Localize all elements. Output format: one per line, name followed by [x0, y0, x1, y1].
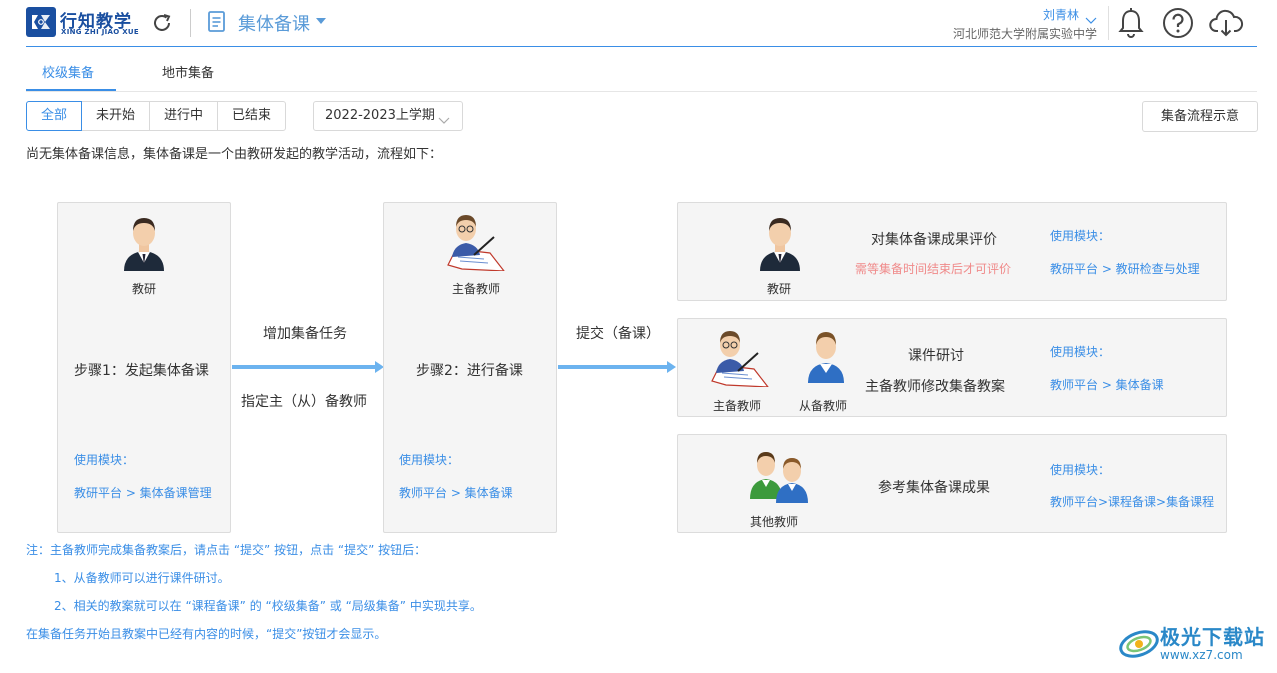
step2-title: 步骤2：进行备课 — [416, 363, 523, 379]
step1-use-path-link[interactable]: 教研平台 > 集体备课管理 — [74, 484, 212, 501]
intro-text: 尚无集体备课信息，集体备课是一个由教研发起的教学活动，流程如下： — [26, 147, 443, 162]
bell-icon[interactable] — [1114, 6, 1148, 40]
evaluate-title: 对集体备课成果评价 — [871, 232, 997, 248]
refresh-icon[interactable] — [150, 11, 174, 35]
cloud-download-icon[interactable] — [1208, 6, 1244, 40]
scope-tabs: 校级集备 地市集备 — [26, 56, 1257, 92]
user-name[interactable]: 刘青林 — [1043, 6, 1079, 23]
watermark-title: 极光下载站 — [1160, 625, 1265, 649]
arrow2-line — [558, 365, 668, 369]
courseware-title: 课件研讨 — [908, 348, 964, 364]
evaluate-role: 教研 — [767, 282, 792, 296]
logo-subtitle: XING ZHI JIAO XUE — [61, 28, 139, 36]
term-select-value: 2022-2023上学期 — [325, 108, 435, 123]
filter-all-button[interactable]: 全部 — [26, 101, 83, 131]
watermark-logo-icon — [1117, 622, 1161, 662]
logo-badge-icon — [26, 7, 56, 37]
term-select[interactable]: 2022-2023上学期 — [313, 101, 463, 131]
reference-role: 其他教师 — [750, 515, 799, 529]
evaluate-card: 教研 对集体备课成果评价 需等集备时间结束后才可评价 使用模块： 教研平台 > … — [677, 202, 1227, 301]
filter-not-started-button[interactable]: 未开始 — [81, 101, 151, 131]
document-icon — [206, 10, 228, 34]
help-icon[interactable] — [1161, 6, 1195, 40]
assistant-teacher-avatar-icon — [804, 327, 848, 387]
arrow1-line — [232, 365, 376, 369]
arrow1-top-label: 增加集备任务 — [263, 326, 347, 342]
step1-use-label: 使用模块： — [74, 453, 135, 467]
lead-teacher-avatar-icon — [444, 209, 510, 275]
arrow1-bottom-label: 指定主（从）备教师 — [241, 394, 367, 410]
lead-teacher-avatar-icon — [708, 325, 774, 391]
step2-card: 主备教师 步骤2：进行备课 使用模块： 教师平台 > 集体备课 — [383, 202, 557, 533]
note-line-1: 1、从备教师可以进行课件研讨。 — [54, 571, 230, 585]
top-header: 行知教学 XING ZHI JIAO XUE 集体备课 刘青林 河北师范大学附属… — [26, 0, 1257, 47]
step1-role: 教研 — [132, 282, 157, 296]
header-divider — [190, 9, 191, 37]
note-line-2: 2、相关的教案就可以在 “课程备课” 的 “校级集备” 或 “局级集备” 中实现… — [54, 599, 482, 613]
arrow2-head-icon — [667, 361, 676, 373]
reference-use-path-link[interactable]: 教师平台>课程备课>集备课程 — [1050, 493, 1214, 510]
school-name: 河北师范大学附属实验中学 — [952, 27, 1097, 41]
active-tab-indicator — [26, 89, 116, 91]
status-filter: 全部 未开始 进行中 已结束 — [26, 101, 287, 131]
module-switcher[interactable]: 集体备课 — [238, 10, 310, 36]
researcher-avatar-icon — [756, 209, 804, 275]
note-line-3: 在集备任务开始且教案中已经有内容的时候，“提交”按钮才会显示。 — [26, 627, 387, 641]
other-teachers-avatar-icon — [748, 447, 812, 507]
courseware-role-main: 主备教师 — [713, 399, 762, 413]
step2-use-path-link[interactable]: 教师平台 > 集体备课 — [399, 484, 513, 501]
watermark-url: www.xz7.com — [1160, 648, 1243, 662]
user-name-label: 刘青林 — [1042, 8, 1079, 22]
caret-down-icon[interactable] — [316, 18, 326, 24]
tab-city[interactable]: 地市集备 — [162, 62, 214, 81]
courseware-use-path-link[interactable]: 教师平台 > 集体备课 — [1050, 376, 1164, 393]
researcher-avatar-icon — [120, 209, 168, 275]
step2-role: 主备教师 — [452, 282, 501, 296]
header-divider-right — [1108, 6, 1109, 40]
reference-use-label: 使用模块： — [1050, 463, 1111, 477]
courseware-card: 主备教师 从备教师 课件研讨 主备教师修改集备教案 使用模块： 教师平台 > 集… — [677, 318, 1227, 417]
step1-card: 教研 步骤1：发起集体备课 使用模块： 教研平台 > 集体备课管理 — [57, 202, 231, 533]
chevron-down-icon — [438, 109, 450, 137]
flow-diagram-button[interactable]: 集备流程示意 — [1142, 101, 1258, 132]
filter-ended-button[interactable]: 已结束 — [217, 101, 287, 131]
evaluate-use-path-link[interactable]: 教研平台 > 教研检查与处理 — [1050, 260, 1200, 277]
note-line-0: 注：主备教师完成集备教案后，请点击 “提交” 按钮，点击 “提交” 按钮后： — [26, 543, 427, 557]
evaluate-use-label: 使用模块： — [1050, 229, 1111, 243]
evaluate-warning: 需等集备时间结束后才可评价 — [855, 262, 1012, 276]
step1-title: 步骤1：发起集体备课 — [74, 363, 209, 379]
reference-card: 其他教师 参考集体备课成果 使用模块： 教师平台>课程备课>集备课程 — [677, 434, 1227, 533]
courseware-use-label: 使用模块： — [1050, 345, 1111, 359]
courseware-role-sub: 从备教师 — [799, 399, 848, 413]
courseware-subtitle: 主备教师修改集备教案 — [865, 379, 1005, 395]
reference-title: 参考集体备课成果 — [878, 480, 990, 496]
tab-school[interactable]: 校级集备 — [42, 62, 94, 81]
arrow2-top-label: 提交（备课） — [576, 326, 660, 342]
step2-use-label: 使用模块： — [399, 453, 460, 467]
app-logo[interactable]: 行知教学 XING ZHI JIAO XUE — [26, 7, 139, 39]
filter-in-progress-button[interactable]: 进行中 — [149, 101, 219, 131]
